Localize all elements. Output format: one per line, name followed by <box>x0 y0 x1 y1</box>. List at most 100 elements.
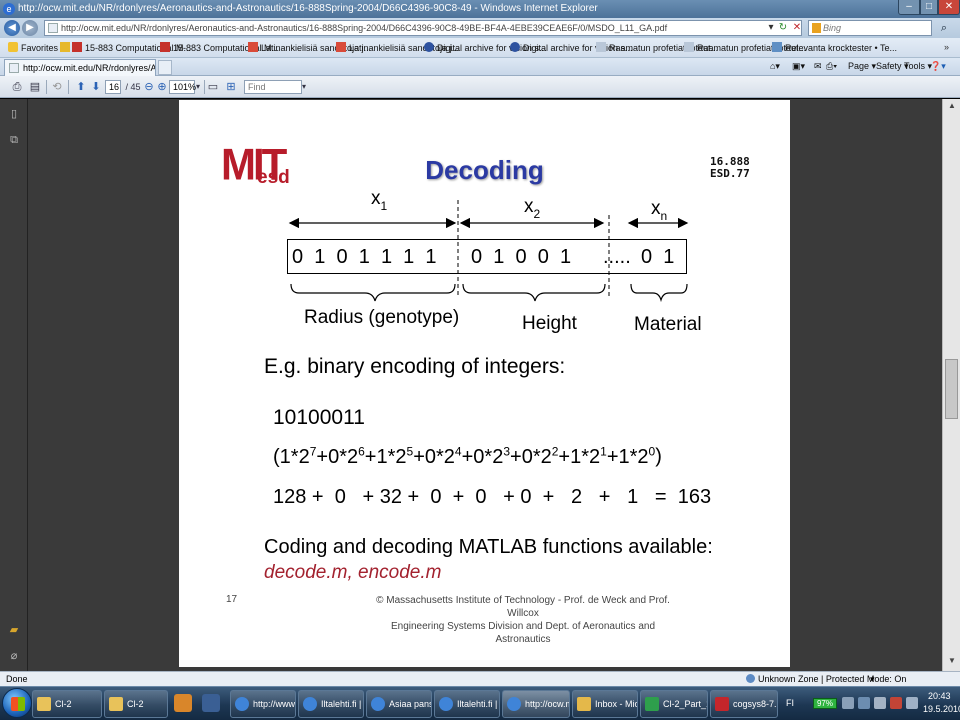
find-input[interactable]: Find <box>244 80 302 94</box>
refresh-icon[interactable]: ↻ <box>776 20 790 36</box>
internet-explorer-icon: e <box>3 3 15 15</box>
attachments-icon[interactable]: ⧉ <box>7 133 21 147</box>
term-exponent: 1 <box>600 444 607 458</box>
pages-icon[interactable]: ▯ <box>7 107 21 121</box>
folder-icon <box>109 697 123 711</box>
taskbar-item[interactable]: http://www.c... <box>230 690 296 718</box>
search-input[interactable]: Bing <box>808 20 932 36</box>
tools-menu[interactable]: Tools ▾ <box>904 61 932 72</box>
zoom-dropdown-icon[interactable]: ▾ <box>870 674 875 685</box>
taskbar-item[interactable]: Inbox - Micro... <box>572 690 638 718</box>
find-dropdown-icon[interactable]: ▾ <box>300 80 308 94</box>
tab-current[interactable]: http://ocw.mit.edu/NR/rdonlyres/Aeronaut… <box>4 59 156 76</box>
app-icon[interactable] <box>202 694 220 712</box>
taskbar-item[interactable]: Cl-2 <box>104 690 168 718</box>
tab-bar: http://ocw.mit.edu/NR/rdonlyres/Aeronaut… <box>0 58 960 76</box>
site-icon <box>72 42 82 52</box>
media-player-icon[interactable] <box>174 694 192 712</box>
bits-ellipsis: ..... <box>603 246 631 268</box>
site-icon <box>336 42 346 52</box>
comment-icon[interactable]: ▰ <box>7 623 21 637</box>
taskbar-item[interactable]: Cl-2_Part_11 <box>640 690 708 718</box>
taskbar-item-label: cogsys8-7.pd... <box>733 699 777 709</box>
taskbar-item[interactable]: Iltalehti.fi | Su... <box>298 690 364 718</box>
print-icon[interactable]: ⎙▾ <box>826 61 837 72</box>
window-title-bar[interactable]: e http://ocw.mit.edu/NR/rdonlyres/Aerona… <box>0 0 960 18</box>
expansion-term: +0*24 <box>413 444 461 468</box>
maximize-button[interactable]: □ <box>920 0 938 15</box>
taskbar-item[interactable]: Asiaa pansuht... <box>366 690 432 718</box>
stop-icon[interactable]: ✕ <box>790 20 804 36</box>
expansion-term: +1*25 <box>365 444 413 468</box>
clock-date[interactable]: 19.5.2010 <box>923 704 960 714</box>
chevron-right-icon[interactable]: » <box>944 42 949 52</box>
x2-subscript: 2 <box>533 207 541 221</box>
battery-icon[interactable]: 97% <box>813 698 837 709</box>
minimize-button[interactable]: – <box>898 0 920 15</box>
toolbar-divider <box>68 80 69 94</box>
term-exponent: 3 <box>503 444 511 458</box>
search-icon[interactable]: ⌕ <box>934 20 954 36</box>
taskbar-item[interactable]: Iltalehti.fi | Su... <box>434 690 500 718</box>
expansion-term: +0*23 <box>462 444 511 468</box>
zoom-dropdown-icon[interactable]: ▾ <box>194 80 202 94</box>
forward-arrow-icon[interactable]: ▶ <box>22 20 38 36</box>
fit-width-icon[interactable]: ⊞ <box>224 80 238 94</box>
scrollbar-thumb[interactable] <box>945 359 958 419</box>
x2-var: x <box>524 196 534 217</box>
previous-page-icon[interactable]: ⬆ <box>74 80 88 94</box>
term-base: (1*2 <box>273 445 310 468</box>
expansion-close: ) <box>655 445 662 468</box>
page-number-input[interactable]: 16 <box>105 80 121 94</box>
email-icon[interactable]: ⟲ <box>50 80 64 94</box>
address-input[interactable]: http://ocw.mit.edu/NR/rdonlyres/Aeronaut… <box>44 20 802 36</box>
zoom-out-icon[interactable]: ⊖ <box>142 80 156 94</box>
clock-time[interactable]: 20:43 <box>928 691 951 701</box>
scroll-up-arrow-icon[interactable]: ▲ <box>946 101 958 113</box>
tray-app-icon[interactable] <box>874 697 886 709</box>
taskbar: Cl-2 Cl-2 http://www.c... Iltalehti.fi |… <box>0 686 960 720</box>
vertical-scrollbar[interactable]: ▲ ▼ <box>942 99 960 671</box>
language-indicator[interactable]: FI <box>786 698 794 708</box>
page-menu[interactable]: Page ▾ <box>848 61 876 72</box>
volume-icon[interactable] <box>906 697 918 709</box>
new-tab-button[interactable] <box>158 60 172 75</box>
network-icon[interactable] <box>842 697 854 709</box>
home-icon[interactable]: ⌂▾ <box>770 61 780 72</box>
paperclip-icon[interactable]: ⌀ <box>7 649 21 663</box>
scroll-down-arrow-icon[interactable]: ▼ <box>946 656 958 668</box>
tray-app-icon[interactable] <box>858 697 870 709</box>
start-button[interactable] <box>2 688 32 718</box>
taskbar-item-active[interactable]: http://ocw.mi... <box>502 690 570 718</box>
save-icon[interactable]: ▤ <box>28 80 42 94</box>
tray-app-icon[interactable] <box>890 697 902 709</box>
address-url: http://ocw.mit.edu/NR/rdonlyres/Aeronaut… <box>61 23 668 33</box>
taskbar-item[interactable]: Cl-2 <box>32 690 102 718</box>
term-base: +1*2 <box>558 445 601 468</box>
feeds-icon[interactable]: ▣▾ <box>792 61 805 72</box>
slide-number: 17 <box>226 594 238 605</box>
print-icon[interactable]: ⎙ <box>10 80 24 94</box>
security-zone[interactable]: Unknown Zone | Protected Mode: On <box>746 674 906 684</box>
zoom-input[interactable]: 101% <box>169 80 196 94</box>
internet-explorer-icon <box>303 697 317 711</box>
internet-explorer-icon <box>371 697 385 711</box>
favorites-button[interactable]: Favorites <box>8 42 58 53</box>
back-arrow-icon[interactable]: ◀ <box>4 20 20 36</box>
xn-label: xn <box>651 198 667 223</box>
mail-icon[interactable]: ✉ <box>814 61 822 72</box>
page-icon <box>9 63 19 73</box>
taskbar-item-label: Asiaa pansuht... <box>389 699 431 709</box>
next-page-icon[interactable]: ⬇ <box>89 80 103 94</box>
taskbar-item[interactable]: cogsys8-7.pd... <box>710 690 778 718</box>
fit-page-icon[interactable]: ▭ <box>206 80 220 94</box>
favorite-item[interactable]: Relevanta krocktester • Te... <box>772 42 897 53</box>
binary-expansion: (1*27+0*26+1*25+0*24+0*23+0*22+1*21+1*20… <box>273 444 662 469</box>
pdf-page: MIT esd Decoding 16.888 ESD.77 x1 x2 xn … <box>179 100 790 667</box>
search-placeholder: Bing <box>823 23 842 33</box>
material-label: Material <box>634 314 702 335</box>
close-button[interactable]: ✕ <box>938 0 960 15</box>
help-icon[interactable]: ❓▾ <box>930 61 946 72</box>
outlook-icon <box>577 697 591 711</box>
zoom-in-icon[interactable]: ⊕ <box>155 80 169 94</box>
